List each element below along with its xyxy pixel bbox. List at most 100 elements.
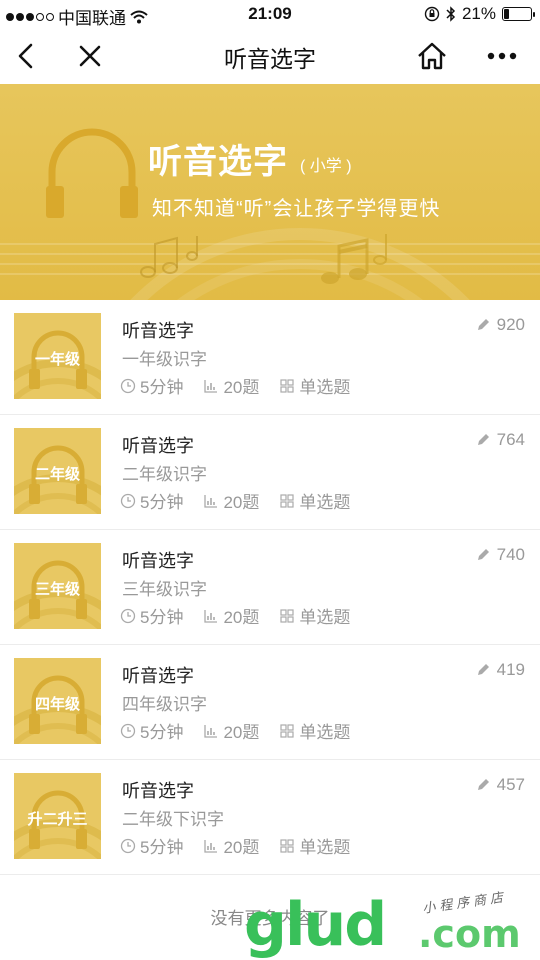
item-thumbnail: 升二升三 — [14, 773, 101, 859]
end-of-list-text: 没有更多内容了 — [210, 909, 330, 928]
banner-subtitle: ( 小学 ) — [300, 158, 352, 175]
item-subtitle: 一年级识字 — [122, 350, 207, 369]
banner-title: 听音选字 — [148, 143, 288, 181]
item-title: 听音选字 — [122, 666, 194, 686]
count-label: 419 — [496, 660, 525, 679]
pencil-icon — [477, 434, 489, 445]
question-count: 20题 — [203, 718, 259, 743]
question-count-label: 20题 — [223, 378, 260, 397]
banner: 听音选字 ( 小学 ) 知不知道“听”会让孩子学得更快 — [0, 84, 540, 300]
list-item[interactable]: 升二升三 听音选字 二年级下识字 5分钟 20题 单选题 457 — [0, 760, 540, 875]
battery-percent: 21% — [461, 4, 496, 23]
question-count-label: 20题 — [223, 723, 260, 742]
item-meta: 5分钟 20题 单选题 — [120, 373, 370, 398]
question-type-label: 单选题 — [299, 838, 351, 857]
battery-icon — [502, 7, 535, 21]
item-thumbnail: 一年级 — [14, 313, 101, 399]
question-count: 20题 — [203, 488, 259, 513]
more-button[interactable] — [484, 38, 520, 74]
bar-chart-icon — [204, 839, 218, 853]
bluetooth-icon — [446, 6, 456, 22]
duration: 5分钟 — [120, 488, 183, 513]
status-right: 21% — [424, 4, 535, 24]
pencil-icon — [477, 779, 489, 790]
clock-icon — [120, 723, 136, 738]
item-grade-label: 升二升三 — [27, 811, 88, 828]
bar-chart-icon — [204, 379, 218, 393]
pencil-icon — [477, 549, 489, 560]
question-type: 单选题 — [279, 718, 350, 743]
question-type-label: 单选题 — [299, 493, 351, 512]
item-title: 听音选字 — [122, 436, 194, 456]
clock-icon — [120, 378, 136, 393]
home-button[interactable] — [414, 38, 450, 74]
duration-label: 5分钟 — [140, 608, 184, 627]
headphones-icon — [46, 128, 138, 218]
list-item[interactable]: 二年级 听音选字 二年级识字 5分钟 20题 单选题 764 — [0, 415, 540, 530]
participation-count: 419 — [475, 660, 525, 680]
item-meta: 5分钟 20题 单选题 — [120, 488, 370, 513]
item-meta: 5分钟 20题 单选题 — [120, 718, 370, 743]
bar-chart-icon — [204, 724, 218, 738]
count-label: 764 — [496, 430, 525, 449]
question-type-label: 单选题 — [299, 608, 351, 627]
bar-chart-icon — [204, 494, 218, 508]
list-item[interactable]: 四年级 听音选字 四年级识字 5分钟 20题 单选题 419 — [0, 645, 540, 760]
question-count-label: 20题 — [223, 838, 260, 857]
count-label: 920 — [496, 315, 525, 334]
item-title: 听音选字 — [122, 781, 194, 801]
pencil-icon — [477, 664, 489, 675]
duration-label: 5分钟 — [140, 723, 184, 742]
clock-icon — [120, 493, 136, 508]
clock-icon — [120, 608, 136, 623]
home-icon — [418, 42, 446, 70]
count-label: 457 — [496, 775, 525, 794]
question-type: 单选题 — [279, 833, 350, 858]
item-thumbnail: 三年级 — [14, 543, 101, 629]
bar-chart-icon — [204, 609, 218, 623]
orientation-lock-icon — [424, 6, 440, 22]
item-meta: 5分钟 20题 单选题 — [120, 603, 370, 628]
item-thumbnail: 二年级 — [14, 428, 101, 514]
question-type: 单选题 — [279, 373, 350, 398]
item-title: 听音选字 — [122, 321, 194, 341]
participation-count: 764 — [475, 430, 525, 450]
grid-icon — [280, 723, 294, 738]
duration: 5分钟 — [120, 833, 183, 858]
question-count: 20题 — [203, 833, 259, 858]
question-type-label: 单选题 — [299, 378, 351, 397]
grid-icon — [280, 493, 294, 508]
question-count-label: 20题 — [223, 608, 260, 627]
duration: 5分钟 — [120, 373, 183, 398]
item-subtitle: 二年级下识字 — [122, 810, 224, 829]
item-grade-label: 三年级 — [34, 581, 80, 598]
more-icon — [487, 52, 517, 60]
status-bar: 中国联通 21:09 21% — [0, 0, 540, 28]
nav-bar: 听音选字 — [0, 28, 540, 84]
duration-label: 5分钟 — [140, 838, 184, 857]
item-grade-label: 二年级 — [34, 466, 80, 483]
banner-description: 知不知道“听”会让孩子学得更快 — [152, 198, 441, 220]
question-count: 20题 — [203, 373, 259, 398]
question-type-label: 单选题 — [299, 723, 351, 742]
grid-icon — [280, 608, 294, 623]
list-item[interactable]: 一年级 听音选字 一年级识字 5分钟 20题 单选题 920 — [0, 300, 540, 415]
item-thumbnail: 四年级 — [14, 658, 101, 744]
question-count-label: 20题 — [223, 493, 260, 512]
duration-label: 5分钟 — [140, 378, 184, 397]
item-grade-label: 一年级 — [34, 351, 80, 368]
item-grade-label: 四年级 — [34, 696, 80, 713]
list-item[interactable]: 三年级 听音选字 三年级识字 5分钟 20题 单选题 740 — [0, 530, 540, 645]
grid-icon — [280, 838, 294, 853]
item-subtitle: 二年级识字 — [122, 465, 207, 484]
duration: 5分钟 — [120, 603, 183, 628]
participation-count: 920 — [475, 315, 525, 335]
page-title: 听音选字 — [224, 46, 316, 72]
item-title: 听音选字 — [122, 551, 194, 571]
question-type: 单选题 — [279, 488, 350, 513]
grid-icon — [280, 378, 294, 393]
count-label: 740 — [496, 545, 525, 564]
participation-count: 740 — [475, 545, 525, 565]
participation-count: 457 — [475, 775, 525, 795]
pencil-icon — [477, 319, 489, 330]
